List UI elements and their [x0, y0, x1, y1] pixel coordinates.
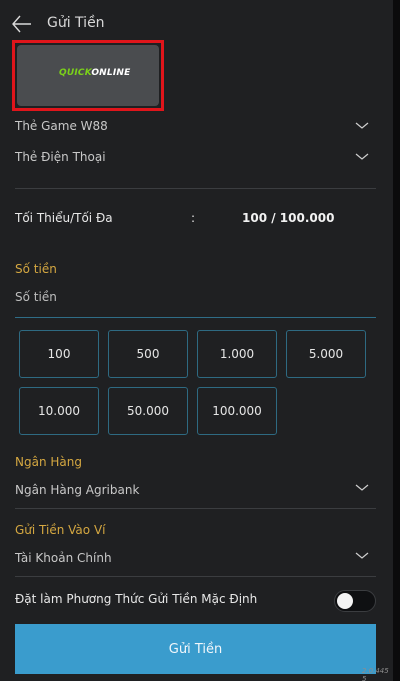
amount-option-10000[interactable]: 10.000: [19, 387, 99, 435]
game-card-label: Thẻ Game W88: [15, 119, 108, 133]
deposit-screen: Gửi Tiền QUICKONLINE Thẻ Game W88 Thẻ Đi…: [0, 0, 393, 681]
limits-value: 100 / 100.000: [242, 211, 335, 225]
amount-label: Số tiền: [15, 262, 57, 276]
wallet-select[interactable]: Tài Khoản Chính: [15, 551, 375, 565]
amount-input[interactable]: Số tiền: [15, 290, 57, 304]
bank-value: Ngân Hàng Agribank: [15, 483, 140, 497]
limits-colon: :: [191, 211, 196, 225]
screen-edge: [393, 0, 400, 681]
game-card-select[interactable]: Thẻ Game W88: [15, 119, 375, 133]
page-title: Gửi Tiền: [47, 15, 105, 31]
submit-deposit-button[interactable]: Gửi Tiền: [15, 624, 376, 674]
divider: [15, 508, 376, 509]
amount-option-5000[interactable]: 5.000: [286, 330, 366, 378]
wallet-label: Gửi Tiền Vào Ví: [15, 523, 106, 537]
amount-option-100[interactable]: 100: [19, 330, 99, 378]
version-label: 2.0.445 5: [362, 667, 389, 681]
chevron-down-icon: [355, 122, 369, 129]
wallet-value: Tài Khoản Chính: [15, 551, 112, 565]
amount-option-500[interactable]: 500: [108, 330, 188, 378]
amount-option-100000[interactable]: 100.000: [197, 387, 277, 435]
bank-label: Ngân Hàng: [15, 455, 82, 469]
default-method-toggle[interactable]: [334, 590, 376, 612]
phone-card-select[interactable]: Thẻ Điện Thoại: [15, 150, 375, 164]
payment-method-quickonline[interactable]: QUICKONLINE: [12, 40, 164, 111]
limits-label: Tối Thiểu/Tối Đa: [15, 211, 113, 225]
back-arrow-icon[interactable]: [10, 12, 34, 36]
header: Gửi Tiền: [0, 0, 393, 44]
divider: [15, 188, 376, 189]
amount-option-1000[interactable]: 1.000: [197, 330, 277, 378]
phone-card-label: Thẻ Điện Thoại: [15, 150, 106, 164]
bank-select[interactable]: Ngân Hàng Agribank: [15, 483, 375, 497]
amount-input-underline: [15, 317, 376, 318]
chevron-down-icon: [355, 552, 369, 559]
toggle-knob: [337, 593, 353, 609]
amount-option-50000[interactable]: 50.000: [108, 387, 188, 435]
chevron-down-icon: [355, 484, 369, 491]
chevron-down-icon: [355, 153, 369, 160]
payment-method-tile: QUICKONLINE: [17, 45, 159, 106]
divider: [15, 576, 376, 577]
default-method-label: Đặt làm Phương Thức Gửi Tiền Mặc Định: [15, 592, 258, 606]
quickonline-logo: QUICKONLINE: [59, 68, 131, 78]
